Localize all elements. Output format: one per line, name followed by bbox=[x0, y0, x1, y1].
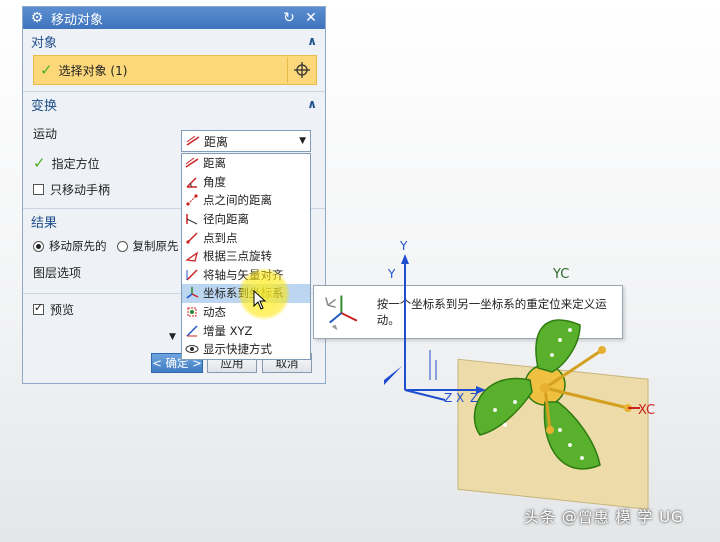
transform-section-title: 变换 bbox=[31, 98, 58, 114]
motion-option-9[interactable]: 增量 XYZ bbox=[182, 321, 310, 340]
csys-to-csys-icon bbox=[325, 295, 358, 331]
copy-original-label: 复制原先 bbox=[132, 239, 179, 253]
motion-option-label: 径向距离 bbox=[203, 212, 249, 227]
checkmark-icon: ✓ bbox=[33, 154, 46, 172]
y-axis-label: Y bbox=[399, 239, 408, 253]
object-section-header[interactable]: 对象 ∧ bbox=[23, 29, 325, 53]
crosshair-icon[interactable] bbox=[287, 57, 316, 83]
motion-option-label: 距离 bbox=[203, 156, 226, 171]
motion-dropdown-list: 距离角度点之间的距离径向距离点到点根据三点旋转将轴与矢量对齐坐标系到坐标系动态增… bbox=[181, 153, 311, 360]
motion-option-4[interactable]: 点到点 bbox=[182, 228, 310, 247]
gear-icon[interactable]: ⚙ bbox=[29, 10, 45, 26]
motion-option-label: 根据三点旋转 bbox=[203, 249, 272, 264]
move-handle-only-checkbox[interactable] bbox=[33, 183, 44, 195]
dialog-title: 移动对象 bbox=[51, 12, 104, 28]
motion-option-0[interactable]: 距离 bbox=[182, 154, 310, 173]
checkmark-icon: ✓ bbox=[40, 61, 53, 79]
layer-option-label: 图层选项 bbox=[33, 265, 82, 280]
motion-select[interactable]: 距离 ▼ bbox=[181, 130, 311, 152]
motion-option-2[interactable]: 点之间的距离 bbox=[182, 191, 310, 210]
object-section-title: 对象 bbox=[31, 35, 58, 51]
yc-axis-label: YC bbox=[552, 267, 569, 282]
graphics-viewport: Y Y YC Z X Z XC bbox=[384, 239, 655, 510]
show-shortcuts-icon bbox=[185, 345, 199, 354]
dialog-titlebar: ⚙ 移动对象 ↻ ✕ bbox=[23, 7, 325, 29]
motion-option-label: 点之间的距离 bbox=[203, 193, 272, 208]
collapse-chevron-icon[interactable]: ∧ bbox=[307, 34, 317, 48]
distance-icon bbox=[185, 157, 199, 168]
close-icon[interactable]: ✕ bbox=[303, 10, 319, 26]
specify-orientation-label: 指定方位 bbox=[51, 156, 100, 171]
point-to-point-icon bbox=[186, 232, 198, 244]
xc-axis-label: XC bbox=[638, 403, 655, 418]
motion-label: 运动 bbox=[33, 126, 58, 141]
collapse-chevron-icon[interactable]: ∧ bbox=[307, 97, 317, 111]
move-original-radio[interactable] bbox=[33, 240, 44, 252]
three-point-rotate-icon bbox=[185, 251, 199, 262]
motion-option-10[interactable]: 显示快捷方式 bbox=[182, 340, 310, 359]
motion-option-5[interactable]: 根据三点旋转 bbox=[182, 247, 310, 266]
watermark-text: 头条 @曾惠 模 学 UG bbox=[524, 508, 684, 526]
z-axis-label: Z bbox=[444, 391, 452, 405]
distance-icon bbox=[186, 135, 200, 146]
chevron-down-icon[interactable]: ▼ bbox=[299, 136, 306, 146]
angle-icon bbox=[186, 177, 197, 188]
csys-to-csys-icon bbox=[186, 287, 199, 300]
select-object-label: 选择对象 (1) bbox=[58, 63, 128, 78]
more-options-arrow-icon[interactable]: ▼ bbox=[169, 332, 176, 342]
result-section-title: 结果 bbox=[31, 215, 58, 231]
motion-option-3[interactable]: 径向距离 bbox=[182, 210, 310, 229]
align-axis-icon bbox=[186, 269, 198, 281]
x-axis-label: X bbox=[456, 391, 464, 405]
point-distance-icon bbox=[186, 194, 198, 207]
radial-distance-icon bbox=[186, 214, 198, 225]
move-original-label: 移动原先的 bbox=[49, 239, 107, 253]
dynamic-icon bbox=[187, 307, 197, 317]
preview-label: 预览 bbox=[50, 302, 75, 317]
preview-checkbox[interactable] bbox=[33, 301, 44, 315]
copy-original-radio[interactable] bbox=[116, 240, 128, 252]
z-axis-label-secondary: Z bbox=[470, 391, 478, 405]
motion-option-label: 增量 XYZ bbox=[203, 323, 253, 338]
reset-icon[interactable]: ↻ bbox=[281, 10, 297, 26]
y-axis-label-secondary: Y bbox=[387, 267, 396, 281]
move-handle-only-label: 只移动手柄 bbox=[50, 182, 111, 197]
motion-option-label: 角度 bbox=[203, 174, 226, 189]
select-object-row[interactable]: ✓ 选择对象 (1) bbox=[33, 55, 317, 85]
motion-option-label: 动态 bbox=[203, 305, 226, 320]
motion-option-label: 显示快捷方式 bbox=[203, 342, 272, 357]
motion-select-value: 距离 bbox=[204, 134, 229, 149]
motion-option-label: 点到点 bbox=[203, 230, 238, 245]
transform-section-header[interactable]: 变换 ∧ bbox=[23, 91, 325, 116]
delta-xyz-icon bbox=[186, 325, 198, 337]
mouse-cursor-icon bbox=[253, 290, 267, 310]
motion-option-1[interactable]: 角度 bbox=[182, 173, 310, 192]
